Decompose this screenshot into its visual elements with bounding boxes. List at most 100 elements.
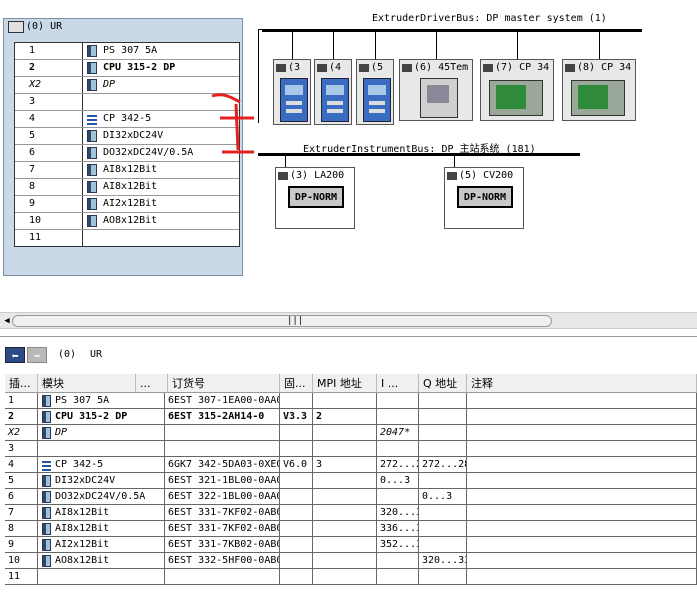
column-header[interactable]: ... [136, 374, 168, 393]
table-row[interactable]: 11 [5, 569, 697, 585]
scroll-thumb[interactable]: ||| [12, 315, 552, 327]
table-row[interactable]: 5 DI32xDC24V 6EST 321-1BL00-0AA0 0...3 [5, 473, 697, 489]
table-row[interactable]: X2 DP 2047* [5, 425, 697, 441]
table-cell[interactable] [467, 409, 697, 425]
table-cell[interactable]: 6EST 331-7KF02-0AB0 [165, 521, 280, 537]
dp-slave-device[interactable]: (6) 45Tem [399, 59, 473, 121]
table-cell[interactable]: V6.0 [280, 457, 313, 473]
table-cell[interactable] [467, 569, 697, 585]
rack-row[interactable]: 1 PS 307 5A [15, 43, 239, 60]
table-cell[interactable]: 1 [5, 393, 38, 409]
column-header[interactable]: 固... [280, 374, 313, 393]
rack-row[interactable]: 11 [15, 230, 239, 246]
table-cell[interactable]: CP 342-5 [38, 457, 165, 473]
table-cell[interactable] [419, 425, 467, 441]
table-cell[interactable] [419, 393, 467, 409]
table-cell[interactable] [313, 569, 377, 585]
table-cell[interactable] [280, 537, 313, 553]
table-cell[interactable] [313, 441, 377, 457]
table-cell[interactable] [38, 569, 165, 585]
dp-slave-device[interactable]: (8) CP 34 [562, 59, 636, 121]
table-cell[interactable]: 6EST 315-2AH14-0 [165, 409, 280, 425]
rack-row[interactable]: 4 CP 342-5 [15, 111, 239, 128]
table-cell[interactable] [280, 553, 313, 569]
table-cell[interactable]: 0...3 [419, 489, 467, 505]
table-cell[interactable]: AI2x12Bit [38, 537, 165, 553]
table-cell[interactable] [467, 553, 697, 569]
table-cell[interactable] [467, 441, 697, 457]
table-cell[interactable] [377, 393, 419, 409]
table-row[interactable]: 9 AI2x12Bit 6EST 331-7KB02-0AB0 352...3 [5, 537, 697, 553]
table-cell[interactable] [313, 521, 377, 537]
table-cell[interactable]: 6GK7 342-5DA03-0XE0 [165, 457, 280, 473]
table-cell[interactable] [313, 537, 377, 553]
table-cell[interactable]: PS 307 5A [38, 393, 165, 409]
rack-row[interactable]: 10 AO8x12Bit [15, 213, 239, 230]
column-header[interactable]: MPI 地址 [313, 374, 377, 393]
table-cell[interactable] [377, 553, 419, 569]
table-cell[interactable] [165, 569, 280, 585]
table-cell[interactable] [419, 409, 467, 425]
rack-window[interactable]: (0) UR 1 PS 307 5A 2 CPU 315-2 DP X2 DP 3 4 CP 3… [3, 18, 243, 276]
table-cell[interactable] [280, 425, 313, 441]
table-cell[interactable]: 6EST 331-7KF02-0AB0 [165, 505, 280, 521]
table-cell[interactable]: 4 [5, 457, 38, 473]
table-cell[interactable] [165, 425, 280, 441]
rack-row[interactable]: 7 AI8x12Bit [15, 162, 239, 179]
table-cell[interactable] [377, 489, 419, 505]
table-cell[interactable]: 10 [5, 553, 38, 569]
table-cell[interactable] [467, 505, 697, 521]
table-row[interactable]: 2 CPU 315-2 DP 6EST 315-2AH14-0 V3.3 2 [5, 409, 697, 425]
column-header[interactable]: 模块 [38, 374, 136, 393]
table-cell[interactable] [467, 473, 697, 489]
table-cell[interactable]: 272...2 [377, 457, 419, 473]
table-cell[interactable]: 7 [5, 505, 38, 521]
table-cell[interactable] [467, 489, 697, 505]
table-cell[interactable]: 8 [5, 521, 38, 537]
table-cell[interactable] [313, 505, 377, 521]
rack-row[interactable]: 3 [15, 94, 239, 111]
rack-row[interactable]: 8 AI8x12Bit [15, 179, 239, 196]
table-cell[interactable]: 6EST 307-1EA00-0AA0 [165, 393, 280, 409]
table-cell[interactable] [313, 393, 377, 409]
table-cell[interactable] [313, 425, 377, 441]
table-cell[interactable]: 3 [313, 457, 377, 473]
table-cell[interactable]: 9 [5, 537, 38, 553]
table-row[interactable]: 4 CP 342-5 6GK7 342-5DA03-0XE0 V6.0 3 272...2… [5, 457, 697, 473]
table-cell[interactable] [467, 521, 697, 537]
table-cell[interactable]: DI32xDC24V [38, 473, 165, 489]
table-cell[interactable]: 320...33 [419, 553, 467, 569]
table-cell[interactable] [313, 473, 377, 489]
table-cell[interactable] [280, 489, 313, 505]
table-cell[interactable] [467, 537, 697, 553]
table-cell[interactable] [38, 441, 165, 457]
forward-arrow-icon[interactable]: ➡ [27, 347, 47, 363]
table-cell[interactable] [313, 553, 377, 569]
rack-row[interactable]: 9 AI2x12Bit [15, 196, 239, 213]
dp-slave-device[interactable]: (5 [356, 59, 394, 125]
dp-slave-device[interactable]: (5) CV200 DP-NORM [444, 167, 524, 229]
table-cell[interactable] [419, 569, 467, 585]
table-cell[interactable] [280, 569, 313, 585]
table-cell[interactable]: 336...3 [377, 521, 419, 537]
table-cell[interactable] [280, 393, 313, 409]
table-cell[interactable]: 2 [5, 409, 38, 425]
table-cell[interactable] [377, 569, 419, 585]
rack-row[interactable]: 6 DO32xDC24V/0.5A [15, 145, 239, 162]
table-cell[interactable]: 272...28 [419, 457, 467, 473]
table-cell[interactable] [419, 473, 467, 489]
table-cell[interactable] [313, 489, 377, 505]
table-cell[interactable] [419, 441, 467, 457]
table-cell[interactable] [280, 505, 313, 521]
dp-slave-device[interactable]: (7) CP 34 [480, 59, 554, 121]
table-cell[interactable]: AI8x12Bit [38, 521, 165, 537]
table-cell[interactable] [467, 425, 697, 441]
table-cell[interactable]: DP [38, 425, 165, 441]
table-cell[interactable]: 6EST 332-5HF00-0AB0 [165, 553, 280, 569]
table-row[interactable]: 10 AO8x12Bit 6EST 332-5HF00-0AB0 320...33 [5, 553, 697, 569]
table-cell[interactable] [419, 505, 467, 521]
back-arrow-icon[interactable]: ⬅ [5, 347, 25, 363]
table-cell[interactable]: 2 [313, 409, 377, 425]
rack-row[interactable]: 2 CPU 315-2 DP [15, 60, 239, 77]
table-cell[interactable]: AI8x12Bit [38, 505, 165, 521]
